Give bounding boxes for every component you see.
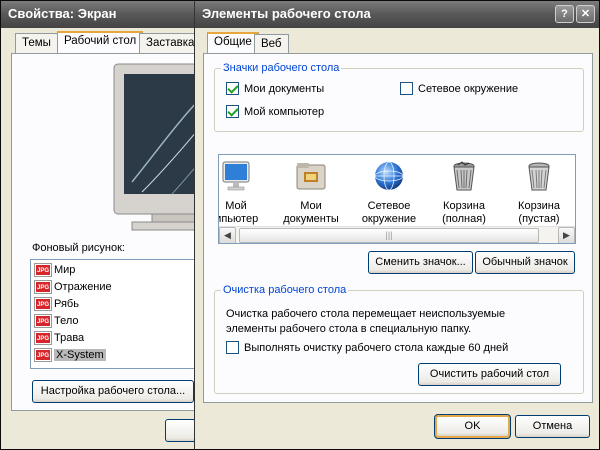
icon-item-recycle-bin-empty[interactable]: Корзина (пустая) bbox=[504, 159, 574, 226]
network-globe-icon bbox=[374, 161, 404, 191]
checkbox-box bbox=[400, 82, 413, 95]
clean-desktop-button[interactable]: Очистить рабочий стол bbox=[418, 363, 561, 386]
trash-full-icon bbox=[453, 161, 475, 191]
checkbox-box bbox=[226, 341, 239, 354]
desktop-tab-panel: Фоновый рисунок: JPG Мир JPG Отражение J… bbox=[11, 53, 217, 411]
wallpaper-list[interactable]: JPG Мир JPG Отражение JPG Рябь JPG Тело … bbox=[30, 259, 217, 369]
jpg-file-icon: JPG bbox=[34, 263, 52, 277]
jpg-file-icon: JPG bbox=[34, 348, 52, 362]
tab-general[interactable]: Общие bbox=[207, 32, 259, 54]
list-item[interactable]: JPG Отражение bbox=[34, 280, 112, 294]
icon-item-my-computer[interactable]: Мой мпьютер bbox=[219, 159, 271, 226]
trash-empty-icon bbox=[528, 162, 550, 191]
checkbox-box bbox=[226, 82, 239, 95]
change-icon-button[interactable]: Сменить значок... bbox=[368, 251, 473, 274]
tab-screensaver[interactable]: Заставка bbox=[139, 33, 202, 53]
desktop-items-title: Элементы рабочего стола bbox=[202, 6, 371, 21]
tab-desktop[interactable]: Рабочий стол bbox=[57, 31, 144, 53]
desktop-cleanup-legend: Очистка рабочего стола bbox=[223, 284, 347, 296]
icon-item-network-places[interactable]: Сетевое окружение bbox=[354, 159, 424, 226]
icon-item-my-documents[interactable]: Мои документы bbox=[276, 159, 346, 226]
list-item[interactable]: JPG Тело bbox=[34, 314, 79, 328]
jpg-file-icon: JPG bbox=[34, 280, 52, 294]
general-tab-panel: Значки рабочего стола Мои документы Сете… bbox=[203, 53, 593, 403]
cancel-button[interactable]: Отмена bbox=[515, 415, 590, 438]
scroll-right-arrow[interactable]: ▶ bbox=[558, 227, 575, 243]
cleanup-description: Очистка рабочего стола перемещает неиспо… bbox=[226, 308, 506, 335]
scroll-thumb[interactable]: ||| bbox=[239, 228, 539, 243]
desktop-items-dialog: Элементы рабочего стола ? ✕ Общие Веб Зн… bbox=[194, 0, 600, 450]
desktop-icons-group: Значки рабочего стола bbox=[214, 62, 584, 132]
monitor-icon bbox=[222, 161, 250, 191]
list-item[interactable]: JPG Мир bbox=[34, 263, 75, 277]
help-icon: ? bbox=[561, 8, 568, 20]
desktop-icons-legend: Значки рабочего стола bbox=[223, 62, 340, 74]
jpg-file-icon: JPG bbox=[34, 331, 52, 345]
tab-themes[interactable]: Темы bbox=[15, 33, 58, 53]
ok-button[interactable]: OK bbox=[434, 414, 511, 439]
checkbox-box bbox=[226, 105, 239, 118]
jpg-file-icon: JPG bbox=[34, 297, 52, 311]
desktop-items-titlebar[interactable]: Элементы рабочего стола bbox=[195, 1, 599, 28]
icon-item-recycle-bin-full[interactable]: Корзина (полная) bbox=[429, 159, 499, 226]
customize-desktop-button[interactable]: Настройка рабочего стола... bbox=[32, 380, 194, 403]
display-properties-title: Свойства: Экран bbox=[8, 6, 117, 21]
my-documents-checkbox[interactable]: Мои документы bbox=[226, 82, 324, 95]
help-button[interactable]: ? bbox=[555, 5, 574, 23]
list-item[interactable]: JPG Трава bbox=[34, 331, 84, 345]
close-button[interactable]: ✕ bbox=[576, 5, 595, 23]
my-computer-checkbox[interactable]: Мой компьютер bbox=[226, 105, 324, 118]
cleanup-60-days-checkbox[interactable]: Выполнять очистку рабочего стола каждые … bbox=[226, 341, 508, 354]
close-icon: ✕ bbox=[580, 8, 591, 20]
list-item-selected[interactable]: JPG X-System bbox=[34, 348, 106, 362]
network-places-checkbox[interactable]: Сетевое окружение bbox=[400, 82, 518, 95]
display-properties-titlebar[interactable]: Свойства: Экран bbox=[1, 1, 217, 28]
background-label: Фоновый рисунок: bbox=[32, 242, 125, 254]
scroll-left-arrow[interactable]: ◀ bbox=[219, 227, 236, 243]
list-item[interactable]: JPG Рябь bbox=[34, 297, 79, 311]
tab-web[interactable]: Веб bbox=[254, 34, 289, 54]
default-icon-button[interactable]: Обычный значок bbox=[475, 251, 575, 274]
folder-icon bbox=[296, 163, 326, 190]
icon-list-view[interactable]: Мой мпьютер Мои документы Сетевое окруже… bbox=[218, 154, 576, 244]
jpg-file-icon: JPG bbox=[34, 314, 52, 328]
display-properties-window: Свойства: Экран Темы Рабочий стол Застав… bbox=[0, 0, 218, 450]
icon-list-scrollbar[interactable]: ◀ ||| ▶ bbox=[219, 226, 575, 243]
